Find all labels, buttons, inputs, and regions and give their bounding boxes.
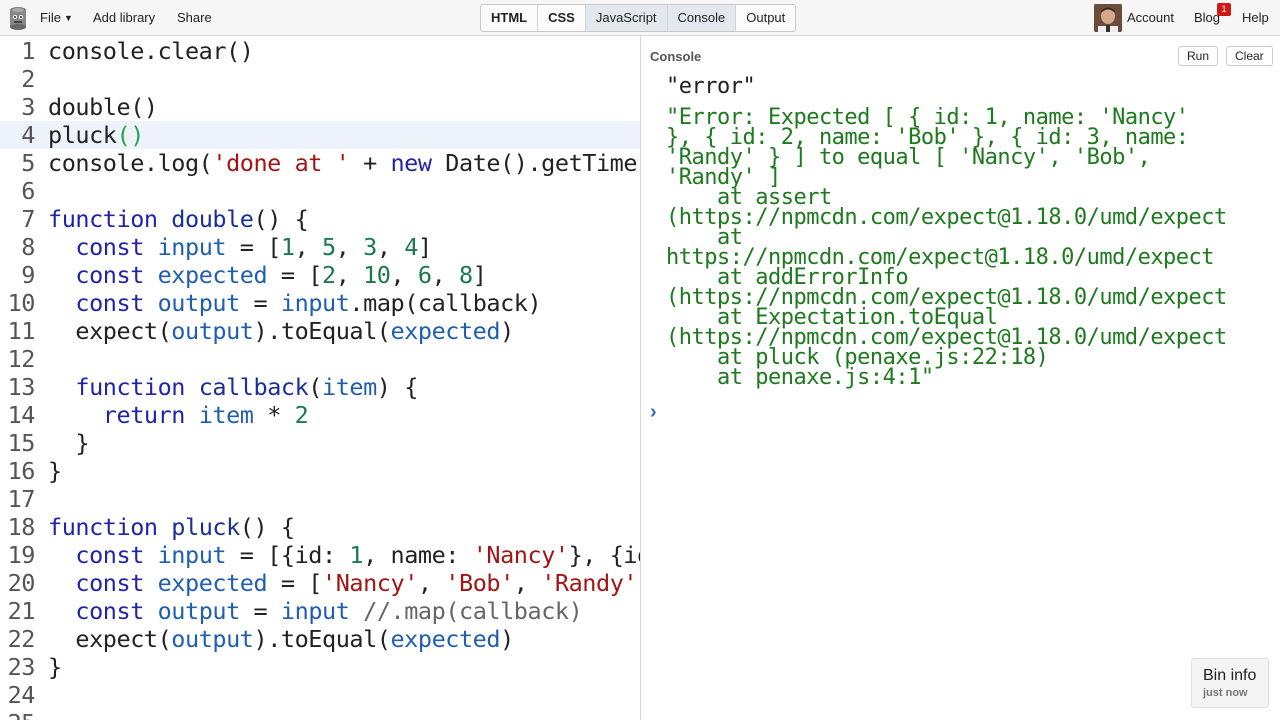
console-error-output: "Error: Expected [ { id: 1, name: 'Nancy… (666, 105, 1227, 390)
line-number: 12 (7, 345, 36, 373)
line-number: 18 (7, 513, 36, 541)
line-number: 23 (7, 653, 36, 681)
code-line[interactable]: 17 (0, 485, 640, 513)
bin-info-title: Bin info (1203, 667, 1257, 684)
code-line[interactable]: 9 const expected = [2, 10, 6, 8] (0, 261, 640, 289)
tab-html[interactable]: HTML (481, 5, 539, 31)
file-menu[interactable]: File ▼ (40, 10, 73, 25)
line-number: 22 (7, 625, 36, 653)
line-number: 4 (21, 121, 35, 149)
line-number: 16 (7, 457, 36, 485)
tab-css[interactable]: CSS (538, 5, 586, 31)
console-prompt-icon[interactable]: › (650, 401, 657, 424)
line-number: 25 (8, 709, 36, 720)
line-number: 19 (7, 541, 36, 569)
line-number: 3 (21, 93, 35, 121)
code-line[interactable]: 20 const expected = ['Nancy', 'Bob', 'Ra… (0, 569, 640, 597)
clear-button[interactable]: Clear (1226, 46, 1273, 66)
code-line[interactable]: 3 double() (0, 93, 640, 121)
code-line[interactable]: 18 function pluck() { (0, 513, 640, 541)
code-text: pluck() (48, 121, 144, 149)
line-number: 24 (7, 681, 36, 709)
bin-info-button[interactable]: Bin info just now (1191, 658, 1269, 708)
line-number: 17 (7, 485, 36, 513)
code-text: function callback(item) { (75, 373, 418, 401)
code-text: function pluck() { (48, 513, 295, 541)
code-line[interactable]: 13 function callback(item) { (0, 373, 640, 401)
code-text: const output = input.map(callback) (75, 289, 542, 317)
add-library-menu[interactable]: Add library (93, 10, 155, 25)
line-number: 9 (21, 261, 35, 289)
account-menu[interactable]: Account (1127, 10, 1174, 25)
code-text: function double() { (48, 205, 309, 233)
jsbin-logo-icon[interactable] (8, 5, 28, 31)
line-number: 13 (7, 373, 36, 401)
run-button[interactable]: Run (1178, 46, 1219, 66)
bin-info-time: just now (1203, 687, 1248, 699)
tab-javascript[interactable]: JavaScript (585, 5, 668, 31)
javascript-editor[interactable]: 1 console.clear() 2 3 double() 4 pluck() 5 conso… (0, 37, 640, 720)
code-line[interactable]: 21 const output = input //.map(callback) (0, 597, 640, 625)
tab-output[interactable]: Output (736, 5, 795, 31)
code-line[interactable]: 7 function double() { (0, 205, 640, 233)
line-number: 21 (7, 597, 36, 625)
code-line[interactable]: 14 return item * 2 (0, 401, 640, 429)
code-text: expect(output).toEqual(expected) (48, 625, 514, 653)
code-text: } (48, 457, 62, 485)
code-line[interactable]: 19 const input = [{id: 1, name: 'Nancy'}… (0, 541, 640, 569)
code-text: double() (48, 93, 158, 121)
code-line[interactable]: 22 expect(output).toEqual(expected) (0, 625, 640, 653)
code-text: } (48, 653, 62, 681)
line-number: 10 (7, 289, 36, 317)
code-line[interactable]: 5 console.log('done at ' + new Date().get… (0, 149, 640, 177)
line-number: 7 (21, 205, 35, 233)
code-line[interactable]: 10 const output = input.map(callback) (0, 289, 640, 317)
code-line[interactable]: 12 (0, 345, 640, 373)
code-text: expect(output).toEqual(expected) (48, 317, 514, 345)
tab-console[interactable]: Console (667, 5, 737, 31)
console-title: Console (650, 49, 702, 64)
code-text: return item * 2 (102, 401, 309, 429)
code-line[interactable]: 2 (0, 65, 640, 93)
code-text: console.log('done at ' + new Date().getT… (48, 149, 640, 177)
share-menu[interactable]: Share (177, 10, 212, 25)
code-line[interactable]: 11 expect(output).toEqual(expected) (0, 317, 640, 345)
code-text: const expected = ['Nancy', 'Bob', 'Randy… (75, 569, 640, 597)
console-panel: Console Run Clear "error" "Error: Expect… (641, 37, 1280, 720)
line-number: 2 (21, 65, 35, 93)
code-line[interactable]: 16} (0, 457, 640, 485)
line-number: 14 (7, 401, 36, 429)
code-line[interactable]: 6 (0, 177, 640, 205)
chevron-down-icon: ▼ (63, 13, 73, 23)
line-number: 20 (7, 569, 36, 597)
code-line[interactable]: 24 (0, 681, 640, 709)
code-line[interactable]: 25 (0, 709, 640, 720)
code-text: const expected = [2, 10, 6, 8] (75, 261, 487, 289)
top-toolbar: File ▼ Add library Share HTML CSS JavaScr… (0, 0, 1280, 36)
console-output-line: "error" (666, 74, 756, 99)
code-line[interactable]: 23} (0, 653, 640, 681)
avatar[interactable] (1094, 4, 1122, 32)
code-text: const input = [{id: 1, name: 'Nancy'}, {… (75, 541, 640, 569)
file-menu-label: File (40, 10, 61, 25)
line-number: 15 (7, 429, 36, 457)
line-number: 6 (21, 177, 35, 205)
code-line[interactable]: 4 pluck() (0, 121, 640, 149)
help-menu[interactable]: Help (1242, 10, 1269, 25)
code-line[interactable]: 15 } (0, 429, 640, 457)
code-line[interactable]: 8 const input = [1, 5, 3, 4] (0, 233, 640, 261)
code-text: console.clear() (48, 37, 254, 65)
line-number: 8 (21, 233, 35, 261)
code-text: const output = input //.map(callback) (75, 597, 583, 625)
blog-notification-badge: 1 (1217, 3, 1231, 16)
line-number: 11 (7, 317, 36, 345)
line-number: 5 (21, 149, 35, 177)
code-line[interactable]: 1 console.clear() (0, 37, 640, 65)
code-text: } (48, 429, 90, 457)
panel-tabs: HTML CSS JavaScript Console Output (480, 4, 797, 32)
code-text: const input = [1, 5, 3, 4] (75, 233, 432, 261)
line-number: 1 (21, 37, 35, 65)
